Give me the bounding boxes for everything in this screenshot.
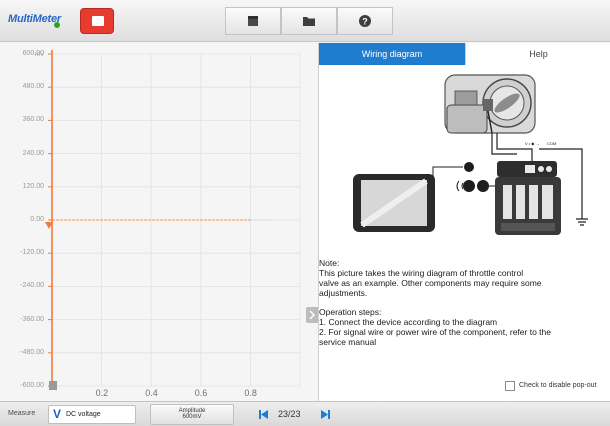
help-button[interactable]: ? bbox=[337, 7, 393, 35]
multimeter-app: MultiMeter ? mV 600.00 480.00 360.00 240.0 bbox=[0, 0, 610, 426]
panel-toggle-handle[interactable] bbox=[306, 307, 318, 323]
first-page-icon[interactable] bbox=[256, 407, 271, 422]
chevron-right-icon bbox=[309, 311, 315, 319]
y-tick-label: 600.00 bbox=[22, 50, 44, 57]
report-button[interactable] bbox=[225, 7, 281, 35]
tab-help[interactable]: Help bbox=[465, 43, 610, 65]
x-tick-label: 0.2 bbox=[95, 388, 109, 398]
note-line: This picture takes the wiring diagram of… bbox=[319, 268, 524, 278]
y-tick-label: -480.00 bbox=[20, 348, 44, 356]
steps-title: Operation steps: bbox=[319, 307, 382, 317]
measure-mode-value: DC voltage bbox=[66, 411, 101, 418]
y-tick-label: -240.00 bbox=[20, 282, 44, 290]
bottom-bar: Measure V DC voltage Amplitude 600mV 23/… bbox=[0, 401, 610, 426]
throttle-body-illustration bbox=[444, 74, 536, 134]
note-line: adjustments. bbox=[319, 288, 368, 298]
panel-tabs: Wiring diagram Help bbox=[319, 43, 610, 65]
chart-canvas bbox=[45, 50, 301, 390]
y-tick-label: 0.00 bbox=[30, 216, 44, 223]
app-title: MultiMeter bbox=[8, 13, 62, 25]
last-page-icon[interactable] bbox=[318, 407, 333, 422]
tab-wiring-diagram[interactable]: Wiring diagram bbox=[319, 43, 465, 65]
tablet-illustration bbox=[353, 174, 435, 232]
step-line: 2. For signal wire or power wire of the … bbox=[319, 327, 551, 337]
page-indicator: 23/23 bbox=[278, 409, 301, 419]
help-circle-icon: ? bbox=[359, 15, 371, 27]
top-toolbar: MultiMeter ? bbox=[0, 0, 610, 42]
dc-voltage-icon: V bbox=[53, 407, 62, 421]
com-terminal-label: COM bbox=[547, 141, 556, 146]
y-tick-label: -120.00 bbox=[20, 249, 44, 257]
document-icon bbox=[248, 16, 258, 26]
note-title: Note: bbox=[319, 258, 340, 268]
svg-text:?: ? bbox=[362, 17, 368, 27]
x-tick-label: 0.6 bbox=[194, 388, 208, 398]
folder-icon bbox=[303, 17, 315, 26]
disable-popout-checkbox[interactable] bbox=[505, 381, 515, 391]
y-tick-label: 360.00 bbox=[22, 116, 44, 124]
stop-record-button[interactable] bbox=[80, 8, 114, 34]
wiring-diagram-image: V • ◆ → COM bbox=[353, 74, 588, 235]
y-tick-label: 120.00 bbox=[22, 182, 44, 190]
amplitude-button[interactable]: Amplitude 600mV bbox=[150, 404, 234, 425]
status-dot-icon bbox=[54, 22, 60, 28]
y-tick-label: -600.00 bbox=[20, 382, 44, 389]
measure-label: Measure bbox=[8, 410, 36, 417]
x-tick-label: 0.4 bbox=[145, 388, 158, 398]
step-line: 1. Connect the device according to the d… bbox=[319, 317, 498, 327]
disable-popout-label: Check to disable pop-out bbox=[519, 382, 597, 389]
oscilloscope-module-illustration bbox=[495, 161, 561, 235]
note-section: Note: This picture takes the wiring diag… bbox=[319, 258, 607, 347]
step-line: service manual bbox=[319, 337, 377, 347]
voltage-chart[interactable]: mV 600.00 480.00 360.00 240.00 120.00 0.00 -12… bbox=[0, 43, 318, 401]
info-panel: Wiring diagram Help V • ◆ → COM Note: Th… bbox=[318, 43, 610, 401]
measure-mode-select[interactable]: V DC voltage bbox=[48, 405, 136, 424]
files-button[interactable] bbox=[281, 7, 337, 35]
y-tick-label: -360.00 bbox=[20, 315, 44, 323]
v-terminal-label: V • ◆ → bbox=[525, 141, 539, 146]
y-tick-label: 240.00 bbox=[22, 149, 44, 157]
amplitude-value: 600mV bbox=[182, 414, 202, 420]
y-tick-label: 480.00 bbox=[22, 83, 44, 91]
note-line: valve as an example. Other components ma… bbox=[319, 278, 542, 288]
x-tick-label: 0.8 bbox=[244, 388, 257, 398]
stop-record-icon bbox=[92, 16, 104, 26]
ground-icon bbox=[576, 218, 588, 226]
origin-marker-icon bbox=[49, 381, 57, 390]
